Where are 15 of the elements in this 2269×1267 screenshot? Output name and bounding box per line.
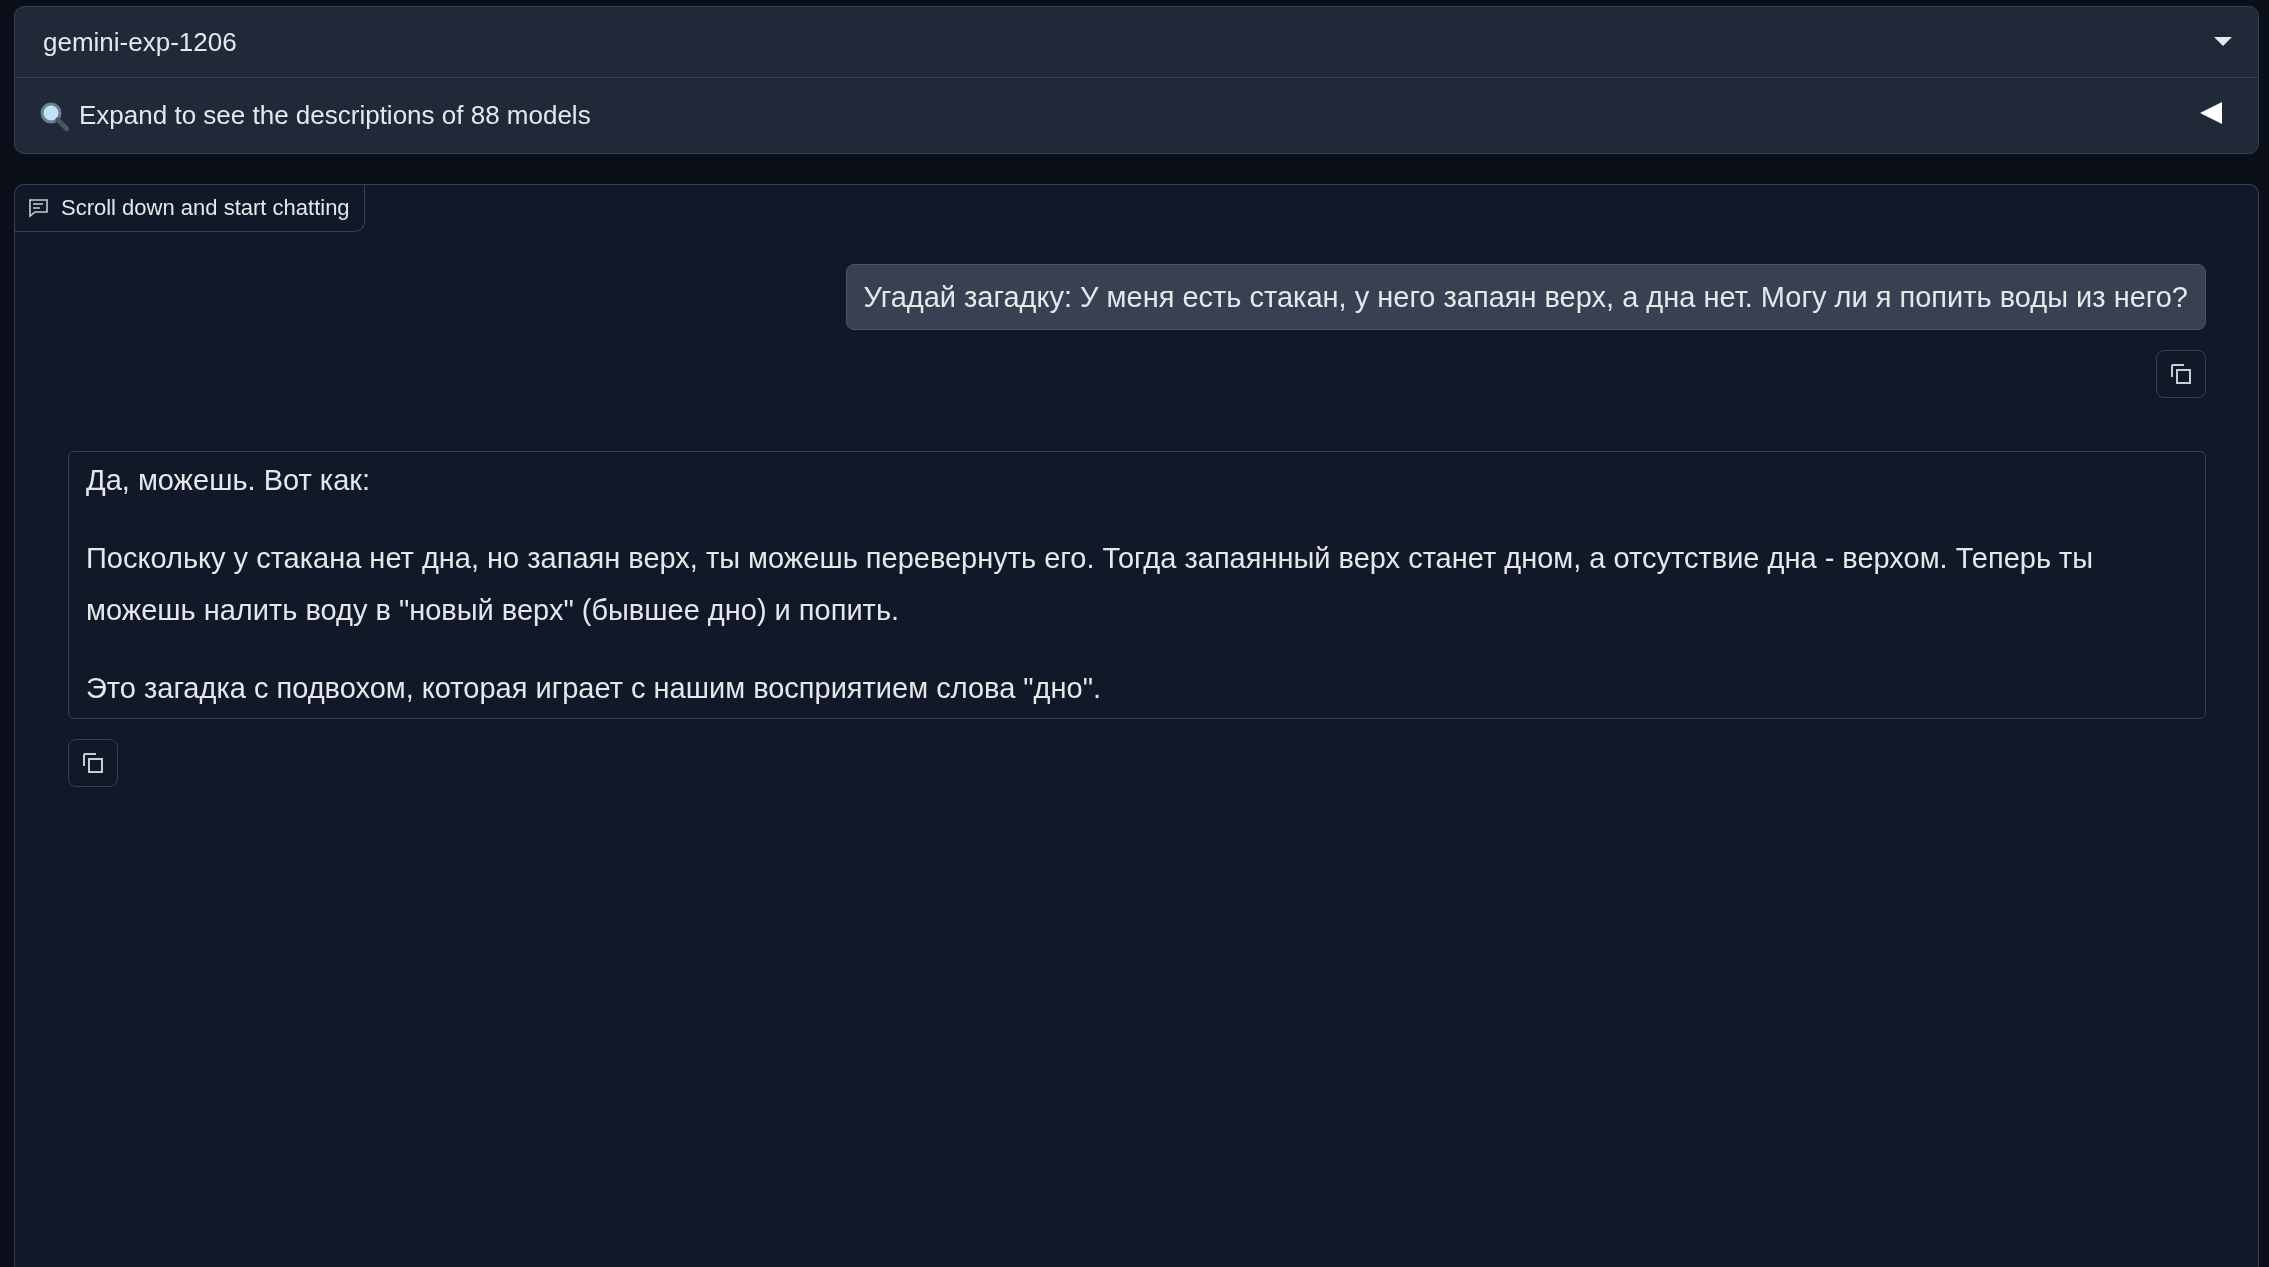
copy-icon — [81, 751, 105, 775]
copy-button[interactable] — [68, 739, 118, 787]
caret-icon — [2214, 37, 2232, 47]
copy-icon — [2169, 362, 2193, 386]
triangle-left-icon — [2200, 102, 2222, 124]
models-accordion[interactable]: Expand to see the descriptions of 88 models — [15, 78, 2258, 153]
copy-button[interactable] — [2156, 350, 2206, 398]
chat-bubble-icon — [27, 198, 49, 218]
model-dropdown[interactable]: gemini-exp-1206 — [15, 7, 2258, 78]
message-text: Да, можешь. Вот как: — [86, 463, 371, 498]
search-icon — [39, 100, 69, 131]
message-text: Угадай загадку: У меня есть стакан, у него запаян верх, а дна нет. Могу ли я попить воды из него? — [863, 280, 2188, 315]
chat-label: Scroll down and start chatting — [15, 185, 365, 232]
message-text: Поскольку у стакана нет дна, но запаян верх, ты можешь перевернуть его. Тогда запаянный верх станет дном, а отсутствие дна - верхом. Теперь ты можешь налить воду в "новый верх" (бывшее дно) и попить. — [86, 541, 2095, 628]
message-text: Это загадка с подвохом, которая играет с нашим восприятием слова "дно". — [86, 671, 1103, 706]
